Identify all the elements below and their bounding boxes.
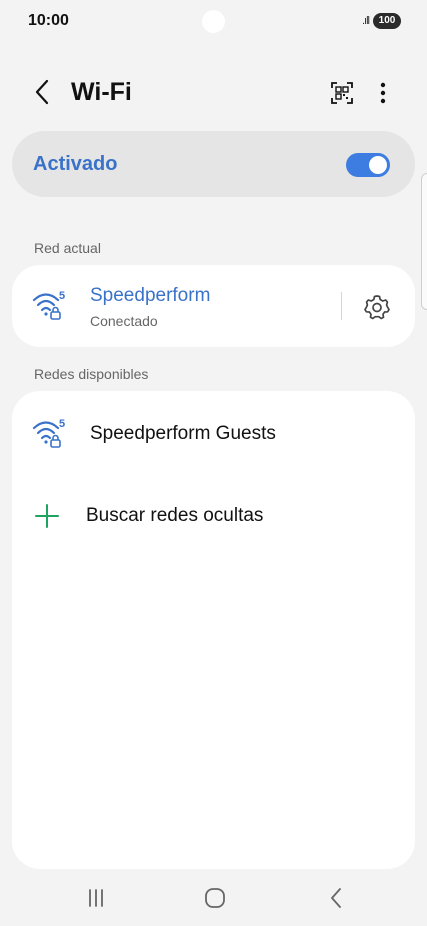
battery-icon: 100 [373, 13, 401, 29]
current-network-row[interactable]: 5 Speedperform Conectado [12, 265, 332, 347]
network-list-item[interactable]: 5 Speedperform Guests [12, 403, 415, 463]
wifi-switch[interactable] [346, 153, 390, 177]
svg-text:5: 5 [59, 418, 65, 430]
current-network-status: Conectado [90, 313, 158, 329]
available-networks-card: 5 Speedperform Guests Buscar redes ocult… [12, 391, 415, 869]
wifi-master-toggle[interactable]: Activado [12, 131, 415, 197]
recent-apps-button[interactable] [76, 882, 116, 914]
svg-text:5: 5 [59, 290, 65, 302]
switch-knob [369, 156, 387, 174]
header: Wi-Fi [0, 70, 427, 116]
nav-back-button[interactable] [316, 882, 356, 914]
recent-apps-icon [89, 889, 103, 907]
divider [341, 292, 342, 320]
more-vertical-icon [380, 82, 386, 104]
page-title: Wi-Fi [71, 78, 132, 106]
status-time: 10:00 [28, 12, 69, 29]
wifi-toggle-label: Activado [33, 153, 118, 175]
wifi-5ghz-lock-icon: 5 [32, 418, 65, 448]
chevron-left-icon [35, 79, 49, 105]
available-networks-section-title: Redes disponibles [34, 366, 149, 382]
wifi-5ghz-lock-icon: 5 [32, 290, 65, 320]
gear-icon [364, 295, 390, 320]
navigation-bar [0, 872, 427, 926]
home-icon [205, 888, 225, 908]
edge-panel-handle[interactable] [421, 173, 427, 310]
network-settings-button[interactable] [360, 290, 394, 324]
qr-code-button[interactable] [325, 76, 359, 110]
more-options-button[interactable] [370, 76, 396, 110]
qr-code-icon [331, 82, 353, 104]
current-network-card: 5 Speedperform Conectado [12, 265, 415, 347]
front-camera [202, 10, 225, 33]
add-hidden-network-label: Buscar redes ocultas [86, 505, 264, 526]
add-hidden-network-row[interactable]: Buscar redes ocultas [12, 487, 415, 547]
signal-icon: .ıll [362, 15, 370, 27]
home-button[interactable] [195, 882, 235, 914]
plus-icon [35, 504, 59, 528]
current-network-section-title: Red actual [34, 240, 101, 256]
back-button[interactable] [24, 74, 60, 110]
status-bar: 10:00 .ıll 100 [0, 0, 427, 44]
current-network-name: Speedperform [90, 285, 211, 306]
network-name: Speedperform Guests [90, 423, 276, 444]
back-icon [331, 888, 341, 908]
